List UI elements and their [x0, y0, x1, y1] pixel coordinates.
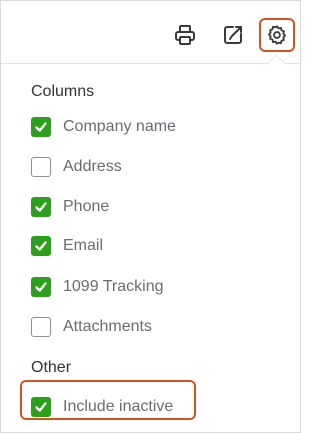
print-button[interactable]	[169, 19, 201, 51]
other-section-title: Other	[31, 359, 72, 376]
export-button[interactable]	[217, 19, 249, 51]
checkmark-icon	[35, 122, 47, 132]
printer-icon	[175, 25, 195, 45]
column-option-label: 1099 Tracking	[63, 278, 164, 295]
export-icon	[224, 26, 242, 44]
column-option-label: Address	[63, 158, 122, 175]
columns-section-title: Columns	[31, 83, 95, 100]
settings-button[interactable]	[259, 18, 295, 52]
other-option-label: Include inactive	[63, 398, 174, 415]
checkbox-unchecked[interactable]	[31, 317, 51, 337]
checkbox-checked[interactable]	[31, 197, 51, 217]
column-option-address[interactable]: Address	[31, 153, 122, 181]
checkbox-unchecked[interactable]	[31, 157, 51, 177]
column-option-company-name[interactable]: Company name	[31, 113, 176, 141]
checkmark-icon	[35, 241, 47, 251]
toolbar-divider	[1, 63, 300, 64]
checkmark-icon	[35, 202, 47, 212]
checkmark-icon	[35, 282, 47, 292]
checkbox-checked[interactable]	[31, 277, 51, 297]
checkbox-checked[interactable]	[31, 117, 51, 137]
column-option-label: Email	[63, 237, 104, 254]
column-option-email[interactable]: Email	[31, 232, 103, 260]
column-option-1099-tracking[interactable]: 1099 Tracking	[31, 273, 164, 301]
checkmark-icon	[35, 402, 47, 412]
checkbox-checked[interactable]	[31, 236, 51, 256]
column-option-phone[interactable]: Phone	[31, 193, 109, 221]
checkbox-checked[interactable]	[31, 397, 51, 417]
column-option-attachments[interactable]: Attachments	[31, 313, 152, 341]
other-option-include-inactive[interactable]: Include inactive	[31, 393, 173, 421]
gear-icon	[268, 25, 286, 45]
toolbar	[1, 1, 300, 63]
column-option-label: Phone	[63, 198, 110, 215]
column-option-label: Company name	[63, 118, 176, 135]
column-option-label: Attachments	[63, 318, 152, 335]
settings-dropdown-panel: Columns Company name Address Phone Email…	[0, 0, 301, 433]
